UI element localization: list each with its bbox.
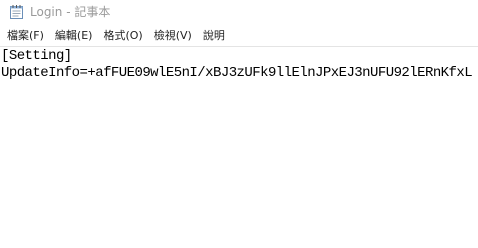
- editor-line: UpdateInfo=+afFUE09wlE5nI/xBJ3zUFk9llEln…: [1, 65, 473, 81]
- menu-bar: 檔案(F) 編輯(E) 格式(O) 檢視(V) 說明: [0, 25, 478, 46]
- menu-edit[interactable]: 編輯(E): [51, 27, 97, 44]
- menu-help[interactable]: 說明: [199, 27, 229, 44]
- menu-file[interactable]: 檔案(F): [3, 27, 48, 44]
- menu-view[interactable]: 檢視(V): [150, 27, 196, 44]
- window-title: Login - 記事本: [30, 5, 111, 19]
- notepad-icon: [10, 5, 23, 19]
- editor-line: [Setting]: [1, 48, 72, 64]
- text-editor[interactable]: [Setting] UpdateInfo=+afFUE09wlE5nI/xBJ3…: [0, 46, 478, 248]
- notepad-window: Login - 記事本 檔案(F) 編輯(E) 格式(O) 檢視(V) 說明 […: [0, 0, 478, 248]
- title-bar[interactable]: Login - 記事本: [0, 0, 478, 24]
- menu-format[interactable]: 格式(O): [99, 27, 146, 44]
